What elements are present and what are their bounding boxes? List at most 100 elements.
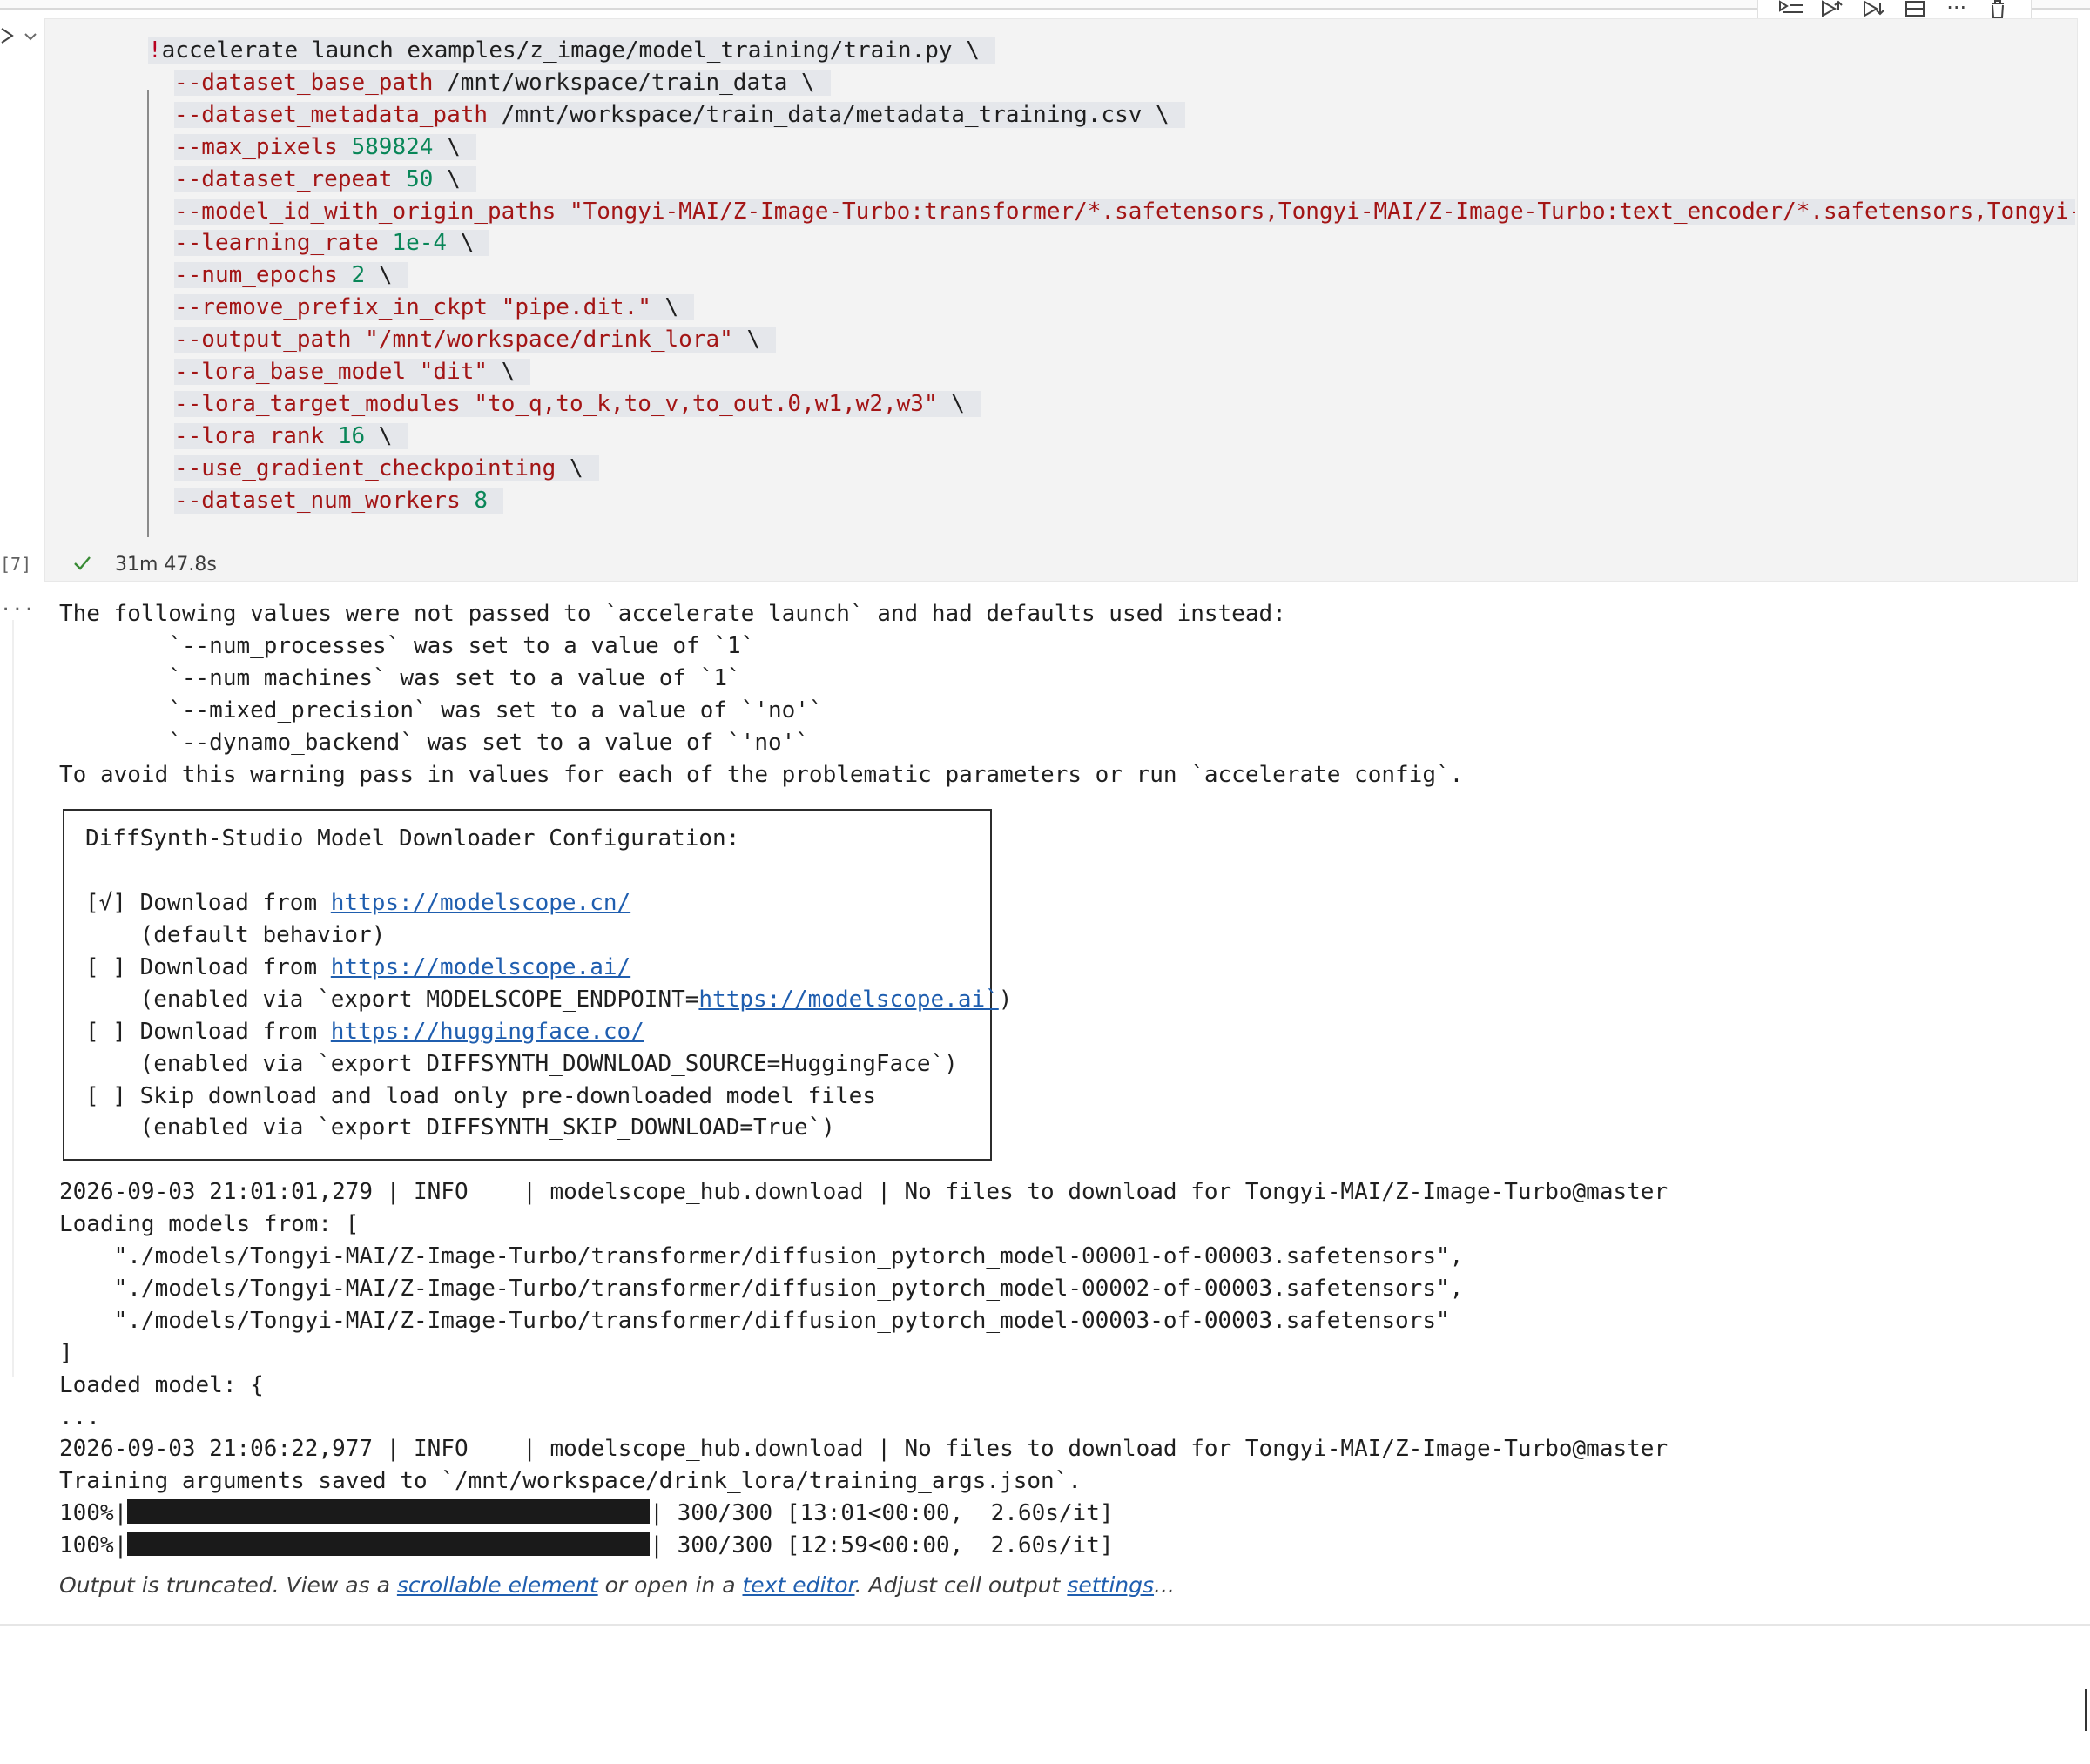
option-link[interactable]: https://huggingface.co/ <box>331 1019 644 1045</box>
code-area[interactable]: !accelerate launch examples/z_image/mode… <box>103 35 2075 531</box>
option-checkbox[interactable]: [ ] <box>85 1083 126 1109</box>
code-line: !accelerate launch examples/z_image/mode… <box>148 35 995 67</box>
code-line-highlight: --learning_rate 1e-4 \ <box>174 230 490 257</box>
progress-line: 100%| | 300/300 [12:59<00:00, 2.60s/it] <box>59 1530 1114 1562</box>
code-line: --num_epochs 2 \ <box>174 259 408 292</box>
code-token: "to_q,to_k,to_v,to_out.0,w1,w2,w3" <box>474 390 938 417</box>
scroll-indicator[interactable] <box>2085 1689 2087 1731</box>
code-token: 16 <box>337 422 366 449</box>
code-token: \ <box>556 454 583 481</box>
truncated-notice: Output is truncated. View as a scrollabl… <box>59 1572 1175 1598</box>
code-token: /mnt/workspace/train_data \ <box>433 69 815 96</box>
code-line-highlight: --lora_rank 16 \ <box>174 422 408 449</box>
split-cell-icon <box>1905 1 1925 17</box>
text-editor-link[interactable]: text editor <box>742 1572 854 1598</box>
warning-line: `--dynamo_backend` was set to a value of… <box>59 729 809 756</box>
option-checkbox[interactable]: [ ] <box>85 954 126 980</box>
code-line: --learning_rate 1e-4 \ <box>174 227 490 259</box>
settings-link[interactable]: settings <box>1067 1572 1154 1598</box>
code-line-highlight: --lora_base_model "dit" \ <box>174 359 531 385</box>
code-token: 50 <box>406 165 434 192</box>
code-token: \ <box>488 359 516 385</box>
log-line: Training arguments saved to `/mnt/worksp… <box>59 1468 1082 1495</box>
option-note-suffix: ) <box>998 986 1013 1013</box>
download-option: [√] Download from https://modelscope.cn/ <box>85 887 630 919</box>
code-line: --dataset_repeat 50 \ <box>174 164 476 196</box>
log-line: ... <box>59 1404 100 1431</box>
code-token: --dataset_metadata_path <box>174 101 489 128</box>
run-by-line-icon <box>1778 0 1803 13</box>
code-line: --dataset_metadata_path /mnt/workspace/t… <box>174 99 1185 131</box>
code-line: --dataset_num_workers 8 <box>174 485 504 517</box>
code-token: accelerate launch examples/z_image/model… <box>161 37 980 64</box>
log-line: "./models/Tongyi-MAI/Z-Image-Turbo/trans… <box>59 1307 1450 1334</box>
code-line: --model_id_with_origin_paths "Tongyi-MAI… <box>174 196 2075 228</box>
code-token: \ <box>447 230 475 257</box>
option-note-text: (default behavior) <box>85 922 386 948</box>
warning-line: To avoid this warning pass in values for… <box>59 761 1464 788</box>
truncated-suffix: ... <box>1154 1572 1175 1598</box>
code-line-highlight: !accelerate launch examples/z_image/mode… <box>148 37 995 64</box>
progress-bar <box>127 1499 651 1525</box>
truncated-mid1: or open in a <box>597 1572 743 1598</box>
code-line-highlight: --dataset_metadata_path /mnt/workspace/t… <box>174 101 1185 128</box>
execution-count: [7] <box>0 554 32 575</box>
truncated-prefix: Output is truncated. View as a <box>59 1572 397 1598</box>
option-note-text: (enabled via `export MODELSCOPE_ENDPOINT… <box>85 986 699 1013</box>
check-icon <box>74 556 91 570</box>
output-gutter <box>12 620 14 1377</box>
option-link[interactable]: https://modelscope.ai/ <box>331 954 630 980</box>
cell-divider <box>0 1624 2090 1626</box>
truncated-mid2: . Adjust cell output <box>854 1572 1068 1598</box>
code-token: --lora_target_modules <box>174 390 461 417</box>
log-line: 2026-09-03 21:06:22,977 | INFO | modelsc… <box>59 1436 1669 1463</box>
option-note: (default behavior) <box>85 919 386 952</box>
log-line: Loaded model: { <box>59 1371 264 1398</box>
code-line: --lora_base_model "dit" \ <box>174 356 531 388</box>
option-note-text: (enabled via `export DIFFSYNTH_SKIP_DOWN… <box>85 1114 835 1141</box>
warning-line: `--num_processes` was set to a value of … <box>59 632 755 659</box>
option-checkbox[interactable]: [ ] <box>85 1019 126 1045</box>
code-token: --use_gradient_checkpointing <box>174 454 556 481</box>
option-link[interactable]: https://modelscope.cn/ <box>331 890 630 916</box>
option-note-link[interactable]: https://modelscope.ai` <box>698 986 998 1013</box>
option-note: (enabled via `export DIFFSYNTH_DOWNLOAD_… <box>85 1048 958 1081</box>
code-line: --max_pixels 589824 \ <box>174 131 476 164</box>
code-token: "pipe.dit." <box>501 294 651 321</box>
warning-line: The following values were not passed to … <box>59 601 1286 627</box>
scrollable-element-link[interactable]: scrollable element <box>397 1572 598 1598</box>
code-line-highlight: --dataset_repeat 50 \ <box>174 165 476 192</box>
option-note: (enabled via `export DIFFSYNTH_SKIP_DOWN… <box>85 1112 835 1144</box>
code-line-highlight: --max_pixels 589824 \ <box>174 133 476 160</box>
download-option: [ ] Download from https://huggingface.co… <box>85 1016 644 1048</box>
code-token: --lora_base_model <box>174 359 407 385</box>
progress-stats: | 300/300 [13:01<00:00, 2.60s/it] <box>650 1500 1114 1527</box>
box-title: DiffSynth-Studio Model Downloader Config… <box>85 825 740 852</box>
code-line: --remove_prefix_in_ckpt "pipe.dit." \ <box>174 292 695 324</box>
code-cell-editor[interactable]: !accelerate launch examples/z_image/mode… <box>44 18 2078 582</box>
option-checkbox[interactable]: [√] <box>85 890 126 916</box>
code-token: --dataset_num_workers <box>174 487 461 514</box>
code-token: 8 <box>474 487 489 514</box>
progress-bar <box>127 1532 651 1557</box>
download-option: [ ] Download from https://modelscope.ai/ <box>85 952 630 984</box>
code-token: --remove_prefix_in_ckpt <box>174 294 489 321</box>
code-line: --dataset_base_path /mnt/workspace/train… <box>174 67 831 99</box>
code-line-highlight: --num_epochs 2 \ <box>174 262 408 289</box>
code-token: "Tongyi-MAI/Z-Image-Turbo:transformer/*.… <box>569 198 2075 225</box>
code-token: --max_pixels <box>174 133 338 160</box>
code-line-highlight: --lora_target_modules "to_q,to_k,to_v,to… <box>174 390 981 417</box>
run-cell-icon[interactable] <box>0 26 19 45</box>
code-token: "/mnt/workspace/drink_lora" <box>365 327 733 353</box>
code-token: --dataset_base_path <box>174 69 434 96</box>
chevron-down-icon[interactable] <box>23 29 38 44</box>
option-text: Skip download and load only pre-download… <box>125 1082 876 1109</box>
execution-duration: 31m 47.8s <box>115 554 217 576</box>
output-more-icon[interactable]: ··· <box>0 599 35 621</box>
